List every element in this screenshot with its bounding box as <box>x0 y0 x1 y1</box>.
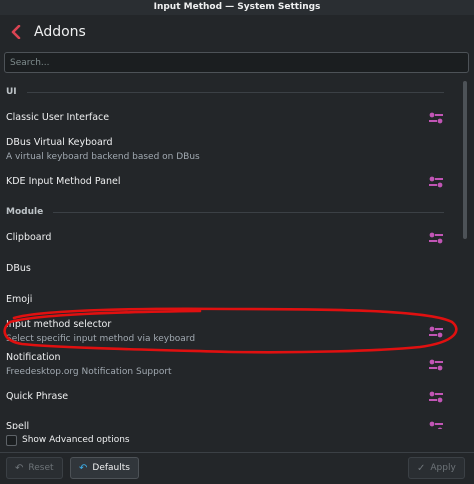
item-name: Spell <box>6 421 30 429</box>
configure-button[interactable] <box>428 325 444 339</box>
section-label: Module <box>6 207 44 217</box>
footer-divider <box>0 452 474 453</box>
apply-label: Apply <box>430 463 456 473</box>
section-divider <box>53 211 444 213</box>
configure-icon <box>429 112 443 124</box>
configure-button[interactable] <box>428 390 444 404</box>
list-item[interactable]: Spell <box>0 417 462 429</box>
item-name: DBus <box>6 263 31 274</box>
item-name: Input method selector <box>6 319 112 330</box>
configure-button[interactable] <box>428 358 444 372</box>
window-title: Input Method — System Settings <box>0 0 474 15</box>
list-item[interactable]: DBus Virtual Keyboard A virtual keyboard… <box>0 134 462 168</box>
list-scrollbar[interactable] <box>462 79 469 429</box>
item-name: Emoji <box>6 294 33 305</box>
item-description: Freedesktop.org Notification Support <box>6 367 172 377</box>
configure-icon <box>429 176 443 188</box>
item-name: Quick Phrase <box>6 391 69 402</box>
item-name: Notification <box>6 352 61 363</box>
search-input[interactable] <box>4 52 469 73</box>
defaults-label: Defaults <box>92 463 130 473</box>
item-description: Select specific input method via keyboar… <box>6 334 196 344</box>
apply-button[interactable]: ✓ Apply <box>408 457 465 479</box>
chevron-left-icon <box>11 25 21 39</box>
configure-icon <box>429 359 443 371</box>
list-item[interactable]: Emoji <box>0 290 462 312</box>
back-button[interactable] <box>8 24 24 40</box>
configure-button[interactable] <box>428 231 444 245</box>
reset-label: Reset <box>28 463 54 473</box>
item-name: Classic User Interface <box>6 112 110 123</box>
section-header-module: Module <box>0 202 462 222</box>
section-divider <box>26 91 444 93</box>
configure-button[interactable] <box>428 175 444 189</box>
reset-button[interactable]: ↶ Reset <box>6 457 63 479</box>
configure-icon <box>429 232 443 244</box>
section-header-ui: UI <box>0 82 462 102</box>
checkmark-icon: ✓ <box>417 462 426 474</box>
configure-icon <box>429 326 443 338</box>
item-description: A virtual keyboard backend based on DBus <box>6 152 200 162</box>
show-advanced-option[interactable]: Show Advanced options <box>6 433 130 447</box>
addon-list: UI Classic User Interface DBus Virtual K… <box>0 79 462 429</box>
configure-icon <box>429 421 443 429</box>
page-header: Addons <box>0 15 474 49</box>
configure-icon <box>429 391 443 403</box>
list-item[interactable]: KDE Input Method Panel <box>0 171 462 195</box>
item-name: KDE Input Method Panel <box>6 176 121 187</box>
show-advanced-label: Show Advanced options <box>22 435 130 445</box>
configure-button[interactable] <box>428 420 444 429</box>
restore-defaults-icon: ↶ <box>79 462 88 474</box>
show-advanced-checkbox[interactable] <box>6 434 17 446</box>
list-item[interactable]: Notification Freedesktop.org Notificatio… <box>0 350 462 382</box>
list-item[interactable]: DBus <box>0 259 462 281</box>
undo-icon: ↶ <box>15 462 24 474</box>
item-name: DBus Virtual Keyboard <box>6 137 113 148</box>
section-label: UI <box>6 87 17 97</box>
list-item[interactable]: Classic User Interface <box>0 107 462 131</box>
list-item[interactable]: Quick Phrase <box>0 387 462 411</box>
page-title: Addons <box>34 24 86 40</box>
configure-button[interactable] <box>428 111 444 125</box>
defaults-button[interactable]: ↶ Defaults <box>70 457 139 479</box>
list-item[interactable]: Clipboard <box>0 227 462 251</box>
item-name: Clipboard <box>6 232 52 243</box>
list-item-input-method-selector[interactable]: Input method selector Select specific in… <box>0 317 462 349</box>
scrollbar-thumb[interactable] <box>463 81 467 239</box>
